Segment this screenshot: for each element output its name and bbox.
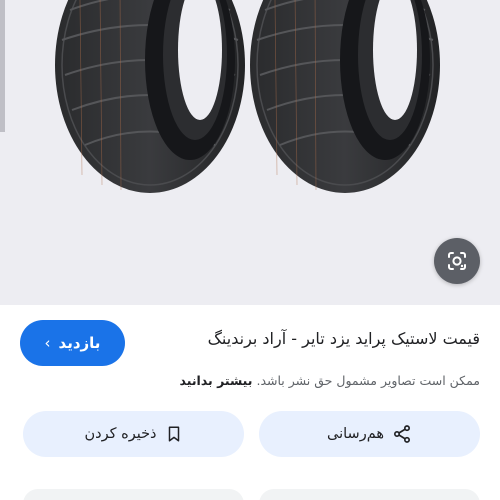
copyright-notice-text: ممکن است تصاویر مشمول حق نشر باشد. [256,373,480,388]
save-button-label: ذخیره کردن [84,426,157,442]
partial-action-button[interactable] [23,489,244,500]
result-title[interactable]: قیمت لاستیک پراید یزد تایر - آراد برندین… [160,329,480,348]
share-icon [394,425,410,443]
copyright-notice: ممکن است تصاویر مشمول حق نشر باشد. بیشتر… [20,373,480,388]
save-button[interactable]: ذخیره کردن [23,411,244,457]
share-button-label: هم‌رسانی [327,426,384,442]
bookmark-icon [168,426,179,442]
google-lens-icon [448,252,466,270]
tire-image [55,0,440,193]
google-lens-button[interactable] [434,238,480,284]
visit-button-label: بازدید [58,334,101,352]
partial-action-button[interactable] [259,489,480,500]
chevron-left-icon: ‹ [44,333,51,352]
result-info-panel: ‹ بازدید قیمت لاستیک پراید یزد تایر - آر… [0,305,500,500]
visit-button[interactable]: ‹ بازدید [20,320,125,366]
share-button[interactable]: هم‌رسانی [259,411,480,457]
learn-more-link[interactable]: بیشتر بدانید [180,373,253,388]
left-tire [55,0,245,193]
right-tire [250,0,440,193]
result-image[interactable] [0,0,500,305]
